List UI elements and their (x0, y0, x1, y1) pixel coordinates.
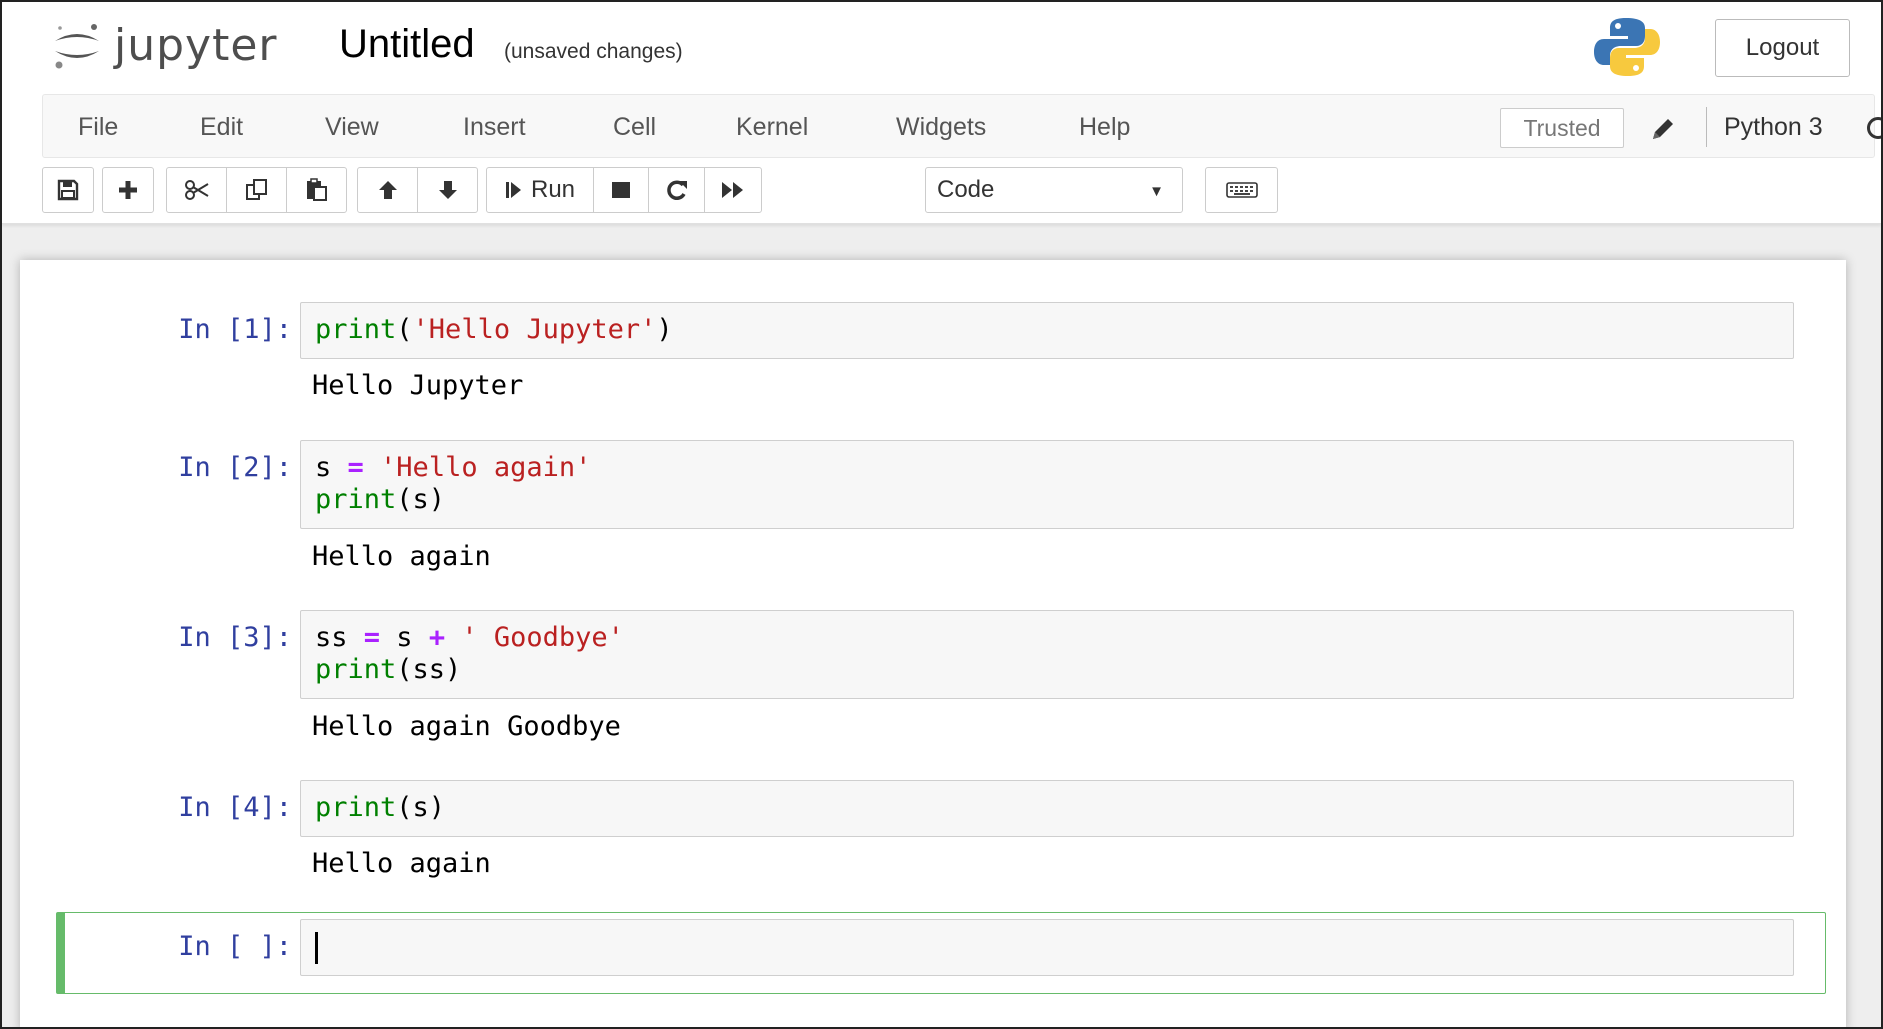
arrow-up-icon (378, 181, 397, 199)
cell-output: Hello again (312, 848, 491, 879)
jupyter-logo-link[interactable]: jupyter (50, 16, 278, 76)
move-up-button[interactable] (357, 167, 418, 213)
menu-cell[interactable]: Cell (613, 113, 656, 141)
redo-icon (666, 180, 687, 200)
save-icon (57, 179, 79, 201)
stop-icon (612, 182, 630, 198)
paste-icon (306, 178, 327, 201)
copy-button[interactable] (226, 167, 287, 213)
kernel-divider (1706, 107, 1707, 147)
cell-output: Hello again Goodbye (312, 711, 621, 742)
save-status: (unsaved changes) (504, 40, 683, 63)
step-forward-icon (505, 182, 521, 198)
python-logo-icon (1594, 18, 1660, 76)
pencil-icon[interactable] (1649, 115, 1677, 143)
interrupt-kernel-button[interactable] (593, 167, 649, 213)
run-button[interactable]: Run (486, 167, 594, 213)
move-down-button[interactable] (417, 167, 478, 213)
code-input[interactable]: s = 'Hello again' print(s) (300, 440, 1794, 529)
fast-forward-icon (722, 182, 743, 198)
menu-kernel[interactable]: Kernel (736, 113, 808, 141)
insert-cell-button[interactable] (102, 167, 154, 213)
toolbar: Run Code ▼ (42, 167, 1881, 215)
copy-icon (245, 179, 267, 200)
menu-insert[interactable]: Insert (463, 113, 526, 141)
input-prompt: In [4]: (178, 792, 292, 823)
cell-type-select[interactable]: Code ▼ (925, 167, 1183, 213)
cut-button[interactable] (166, 167, 227, 213)
code-input[interactable]: ss = s + ' Goodbye' print(ss) (300, 610, 1794, 699)
jupyter-wordmark: jupyter (114, 20, 278, 71)
cell-output: Hello again (312, 541, 491, 572)
input-prompt: In [ ]: (178, 931, 292, 962)
kernel-name[interactable]: Python 3 (1724, 113, 1823, 141)
cut-icon (184, 180, 209, 200)
code-input-active[interactable] (300, 919, 1794, 976)
notebook-header: jupyter Untitled (unsaved changes) Logou… (2, 2, 1881, 224)
save-button[interactable] (42, 167, 94, 213)
cell-output: Hello Jupyter (312, 370, 524, 401)
jupyter-logo-icon (55, 24, 99, 69)
logout-button[interactable]: Logout (1715, 19, 1850, 77)
restart-run-all-button[interactable] (704, 167, 762, 213)
input-prompt: In [3]: (178, 622, 292, 653)
input-prompt: In [2]: (178, 452, 292, 483)
menu-widgets[interactable]: Widgets (896, 113, 986, 141)
code-input[interactable]: print(s) (300, 780, 1794, 837)
menu-help[interactable]: Help (1079, 113, 1130, 141)
menu-file[interactable]: File (78, 113, 118, 141)
menu-view[interactable]: View (325, 113, 379, 141)
chevron-down-icon: ▼ (1149, 183, 1164, 200)
menu-edit[interactable]: Edit (200, 113, 243, 141)
notebook-title[interactable]: Untitled (339, 22, 475, 66)
arrow-down-icon (438, 181, 457, 199)
string-literal: 'Hello Jupyter' (412, 314, 657, 345)
paste-button[interactable] (286, 167, 347, 213)
keyboard-icon (1225, 182, 1258, 198)
input-prompt: In [1]: (178, 314, 292, 345)
restart-kernel-button[interactable] (648, 167, 705, 213)
notebook-container: In [1]: print('Hello Jupyter') Hello Jup… (20, 260, 1846, 1027)
kernel-idle-icon (1867, 117, 1881, 139)
command-palette-button[interactable] (1205, 167, 1278, 213)
run-label: Run (530, 176, 576, 203)
jupyter-window: jupyter Untitled (unsaved changes) Logou… (0, 0, 1883, 1029)
code-input[interactable]: print('Hello Jupyter') (300, 302, 1794, 359)
text-cursor (315, 931, 318, 964)
cell-type-value: Code (937, 176, 995, 203)
trusted-indicator[interactable]: Trusted (1500, 108, 1624, 148)
menubar: File Edit View Insert Cell Kernel Widget… (42, 94, 1881, 158)
plus-icon (119, 181, 137, 199)
